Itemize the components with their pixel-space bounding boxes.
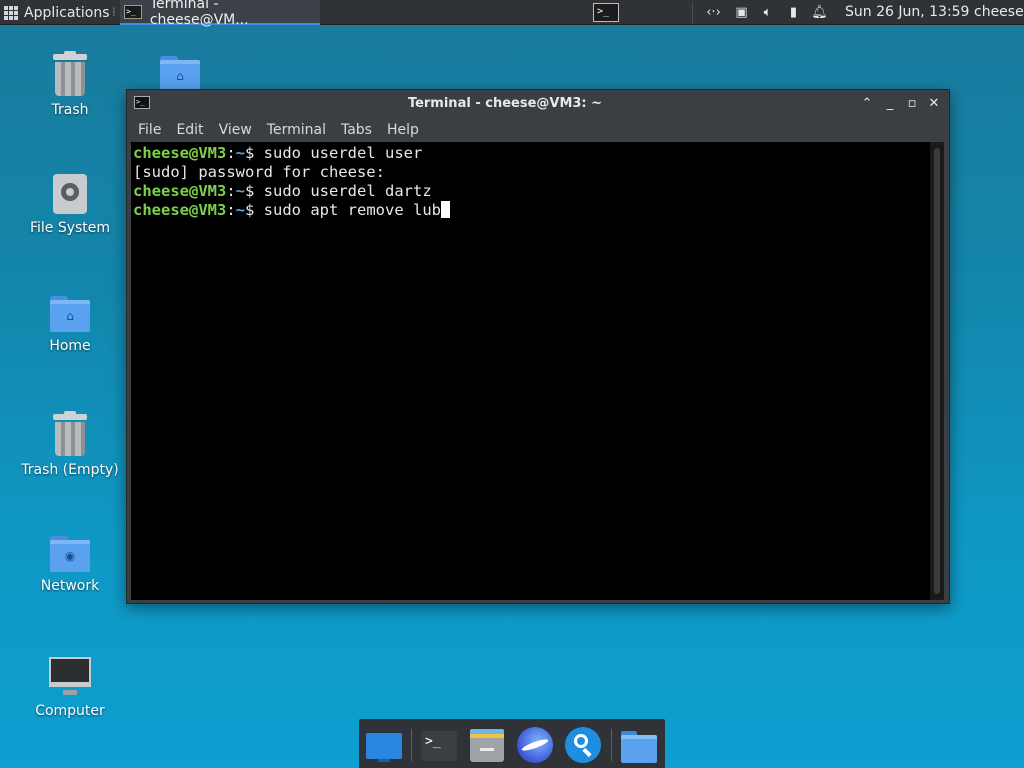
- prompt-path: ~: [235, 144, 246, 162]
- desktop-icon-label: Home: [49, 338, 91, 354]
- menu-tabs[interactable]: Tabs: [341, 122, 372, 138]
- web-browser-icon[interactable]: [515, 725, 555, 765]
- terminal-line: cheese@VM3:~$ sudo apt remove lub: [133, 201, 944, 220]
- dock: >_: [359, 719, 665, 768]
- prompt-user: cheese@VM3: [133, 144, 227, 162]
- terminal-line: cheese@VM3:~$ sudo userdel dartz: [133, 182, 944, 201]
- terminal-window[interactable]: >_ Terminal - cheese@VM3: ~ ⌃ _ ▫ ✕ File…: [126, 89, 950, 604]
- dock-separator: [611, 729, 612, 761]
- desktop-icon-network[interactable]: ◉ Network: [15, 536, 125, 594]
- command-text: $ sudo userdel dartz: [245, 182, 432, 200]
- drive-icon: [53, 174, 87, 214]
- desktop-icon-home-partial[interactable]: ⌂: [125, 56, 235, 92]
- minimize-button[interactable]: _: [881, 95, 899, 113]
- panel-divider: [692, 2, 693, 23]
- text-cursor: [440, 201, 450, 218]
- trash-icon: [53, 51, 87, 96]
- command-input[interactable]: $ sudo apt remove lub: [245, 201, 441, 219]
- menu-help[interactable]: Help: [387, 122, 419, 138]
- prompt-separator: :: [226, 144, 236, 162]
- close-button[interactable]: ✕: [925, 95, 943, 113]
- maximize-button[interactable]: ▫: [903, 95, 921, 113]
- menu-edit[interactable]: Edit: [176, 122, 203, 138]
- shade-button[interactable]: ⌃: [858, 95, 876, 113]
- applications-menu-icon: [4, 5, 18, 20]
- terminal-launcher-icon[interactable]: >_: [593, 3, 619, 22]
- volume-icon[interactable]: 🔈︎: [759, 4, 776, 21]
- terminal-output[interactable]: cheese@VM3:~$ sudo userdel user [sudo] pa…: [131, 142, 944, 600]
- prompt-path: ~: [235, 182, 246, 200]
- prompt-user: cheese@VM3: [133, 182, 227, 200]
- folder-icon[interactable]: [619, 725, 659, 765]
- vertical-scrollbar[interactable]: [930, 142, 944, 600]
- file-manager-icon[interactable]: [467, 725, 507, 765]
- menu-view[interactable]: View: [219, 122, 252, 138]
- prompt-separator: :: [226, 182, 236, 200]
- show-desktop-icon[interactable]: [364, 725, 404, 765]
- battery-icon[interactable]: ▮: [785, 4, 802, 21]
- clock[interactable]: Sun 26 Jun, 13:59: [845, 0, 969, 25]
- dock-separator: [411, 729, 412, 761]
- terminal-line: cheese@VM3:~$ sudo userdel user: [133, 144, 944, 163]
- desktop-icon-trash-empty[interactable]: Trash (Empty): [15, 411, 125, 478]
- menu-file[interactable]: File: [138, 122, 161, 138]
- command-text: $ sudo userdel user: [245, 144, 423, 162]
- top-panel: Applications ⁞ >_ Terminal - cheese@VM..…: [0, 0, 1024, 28]
- network-icon[interactable]: ‹·›: [705, 4, 722, 21]
- terminal-line: [sudo] password for cheese:: [133, 163, 944, 182]
- terminal-icon: >_: [124, 4, 142, 19]
- desktop-icon-home[interactable]: ⌂ Home: [15, 296, 125, 354]
- prompt-separator: :: [226, 201, 236, 219]
- desktop-icon-label: File System: [29, 220, 111, 236]
- desktop-icon-label: Network: [40, 578, 100, 594]
- applications-menu-label: Applications: [24, 4, 110, 21]
- taskbar-terminal-title: Terminal - cheese@VM...: [149, 0, 249, 28]
- home-folder-icon: ⌂: [50, 296, 90, 332]
- desktop-icon-label: Trash: [51, 102, 89, 118]
- scrollbar-thumb[interactable]: [934, 148, 940, 594]
- desktop-icon-computer[interactable]: Computer: [15, 657, 125, 719]
- home-folder-icon: ⌂: [160, 56, 200, 92]
- prompt-path: ~: [235, 201, 246, 219]
- terminal-icon[interactable]: >_: [419, 725, 459, 765]
- menu-terminal[interactable]: Terminal: [267, 122, 326, 138]
- app-finder-icon[interactable]: [563, 725, 603, 765]
- desktop-icon-file-system[interactable]: File System: [15, 174, 125, 236]
- window-title: Terminal - cheese@VM3: ~: [407, 96, 603, 111]
- trash-icon: [53, 411, 87, 456]
- desktop-icon-label: Computer: [35, 703, 105, 719]
- menu-bar: File Edit View Terminal Tabs Help: [127, 118, 949, 142]
- panel-separator: ⁞: [112, 5, 116, 19]
- desktop-icon-label: Trash (Empty): [21, 462, 119, 478]
- taskbar-terminal-button[interactable]: >_ Terminal - cheese@VM...: [120, 0, 320, 28]
- network-folder-icon: ◉: [50, 536, 90, 572]
- desktop-icon-trash[interactable]: Trash: [15, 51, 125, 118]
- display-icon[interactable]: ▣: [733, 4, 750, 21]
- notification-bell-icon[interactable]: 🔔︎: [811, 4, 828, 21]
- window-titlebar[interactable]: >_ Terminal - cheese@VM3: ~ ⌃ _ ▫ ✕: [127, 90, 949, 118]
- applications-menu[interactable]: Applications: [4, 0, 110, 25]
- output-text: [sudo] password for cheese:: [133, 163, 385, 181]
- computer-icon: [49, 657, 91, 697]
- user-menu[interactable]: cheese: [974, 0, 1024, 25]
- prompt-user: cheese@VM3: [133, 201, 227, 219]
